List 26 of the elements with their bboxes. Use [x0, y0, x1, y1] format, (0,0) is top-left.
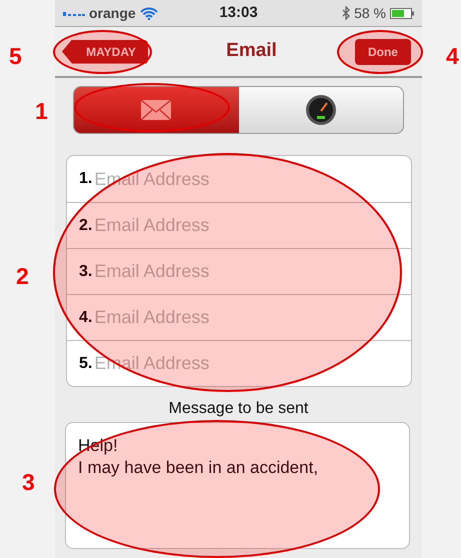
battery-percent: 58 % — [354, 4, 386, 22]
message-label: Message to be sent — [168, 399, 308, 419]
battery-icon — [390, 8, 414, 18]
field-number: 1. — [79, 169, 92, 189]
field-number: 2. — [79, 216, 92, 236]
clock-time: 13:03 — [219, 2, 258, 23]
callout-number: 3 — [22, 468, 35, 496]
envelope-icon — [140, 99, 172, 121]
email-field[interactable]: Email Address — [94, 212, 294, 239]
bluetooth-icon — [342, 6, 350, 20]
field-number: 5. — [79, 354, 92, 374]
screen-title: Email — [226, 39, 277, 64]
field-number: 4. — [79, 308, 92, 328]
callout-number: 4 — [446, 42, 459, 70]
carrier-name: orange — [89, 4, 136, 23]
wifi-icon — [140, 6, 158, 20]
signal-icon — [63, 10, 85, 16]
email-field[interactable]: Email Address — [94, 304, 294, 331]
callout-number: 5 — [9, 42, 22, 70]
gauge-icon — [304, 94, 337, 126]
back-button[interactable]: MAYDAY — [62, 40, 148, 64]
callout-number: 2 — [16, 262, 29, 290]
email-field[interactable]: Email Address — [94, 258, 294, 285]
done-button[interactable]: Done — [354, 38, 411, 64]
callout-number: 1 — [35, 97, 48, 125]
field-number: 3. — [79, 262, 92, 282]
